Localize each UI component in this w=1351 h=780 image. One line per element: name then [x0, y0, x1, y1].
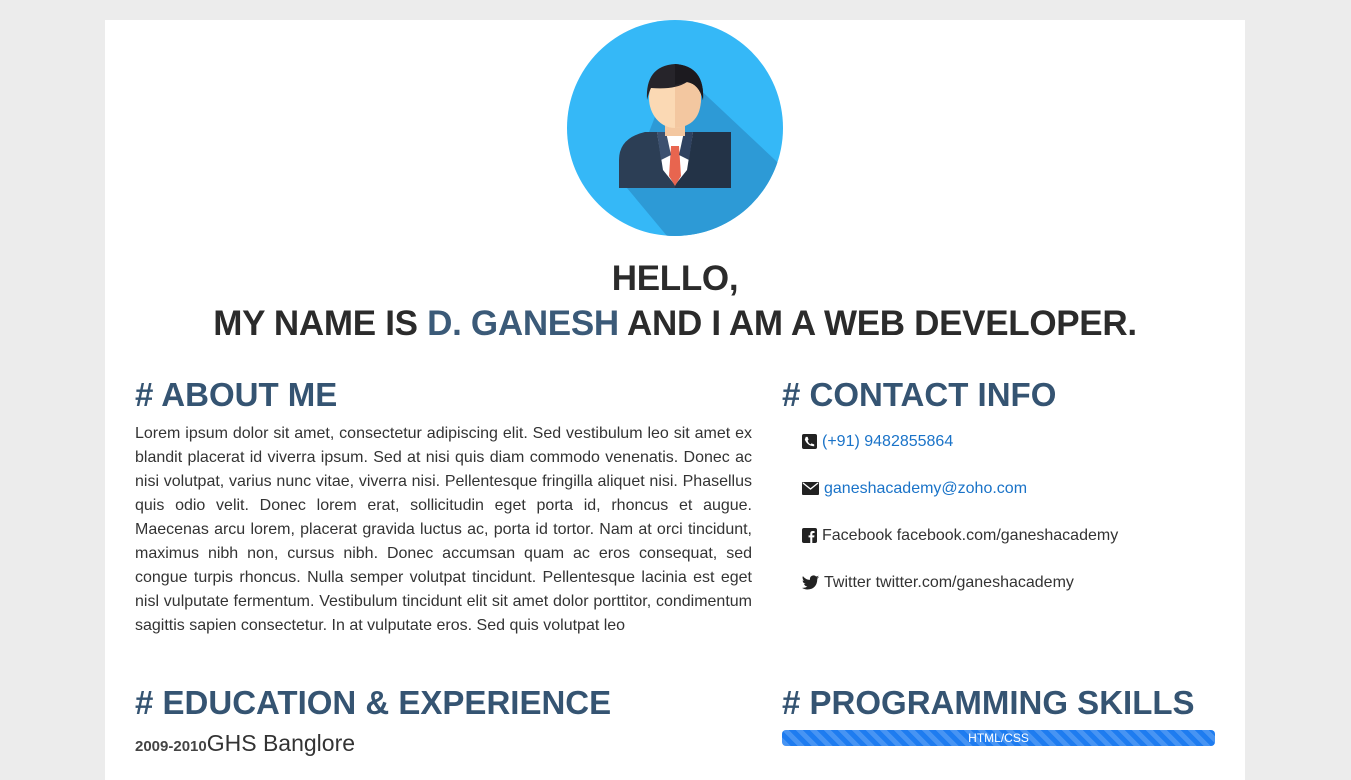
contact-facebook: Facebook facebook.com/ganeshacademy	[802, 526, 1222, 573]
about-title: # ABOUT ME	[135, 376, 338, 413]
skill-progress-fill: HTML/CSS	[782, 730, 1215, 746]
phone-link[interactable]: (+91) 9482855864	[822, 432, 953, 452]
resume-page: HELLO, MY NAME IS D. GANESH AND I AM A W…	[105, 20, 1245, 780]
facebook-url[interactable]: facebook.com/ganeshacademy	[897, 526, 1118, 546]
envelope-icon	[802, 482, 819, 495]
facebook-label: Facebook	[822, 527, 893, 544]
education-item: 2009-2010 GHS Banglore	[135, 730, 355, 757]
twitter-icon	[802, 575, 819, 590]
phone-icon	[802, 434, 817, 449]
education-years: 2009-2010	[135, 738, 207, 755]
education-title: # EDUCATION & EXPERIENCE	[135, 684, 612, 721]
twitter-label: Twitter	[824, 574, 872, 591]
twitter-url[interactable]: twitter.com/ganeshacademy	[876, 573, 1074, 593]
facebook-icon	[802, 528, 817, 543]
businessman-avatar-icon	[567, 20, 783, 236]
intro-heading: HELLO, MY NAME IS D. GANESH AND I AM A W…	[105, 256, 1245, 346]
greeting-suffix: AND I AM A WEB DEVELOPER.	[618, 304, 1137, 343]
contact-title: # CONTACT INFO	[782, 376, 1057, 413]
skill-progress-bar: HTML/CSS	[782, 730, 1215, 746]
contact-twitter: Twitter twitter.com/ganeshacademy	[802, 573, 1222, 620]
greeting-prefix: MY NAME IS	[213, 304, 428, 343]
contact-email: ganeshacademy@zoho.com	[802, 479, 1222, 526]
about-text: Lorem ipsum dolor sit amet, consectetur …	[135, 425, 752, 634]
greeting-line2: MY NAME IS D. GANESH AND I AM A WEB DEVE…	[105, 301, 1245, 346]
greeting-line1: HELLO,	[611, 259, 739, 298]
contact-list: (+91) 9482855864 ganeshacademy@zoho.com …	[802, 432, 1222, 620]
email-link[interactable]: ganeshacademy@zoho.com	[824, 479, 1027, 499]
person-name: D. GANESH	[427, 304, 619, 343]
skills-title: # PROGRAMMING SKILLS	[782, 684, 1195, 721]
contact-phone: (+91) 9482855864	[802, 432, 1222, 479]
education-school: GHS Banglore	[206, 730, 356, 756]
